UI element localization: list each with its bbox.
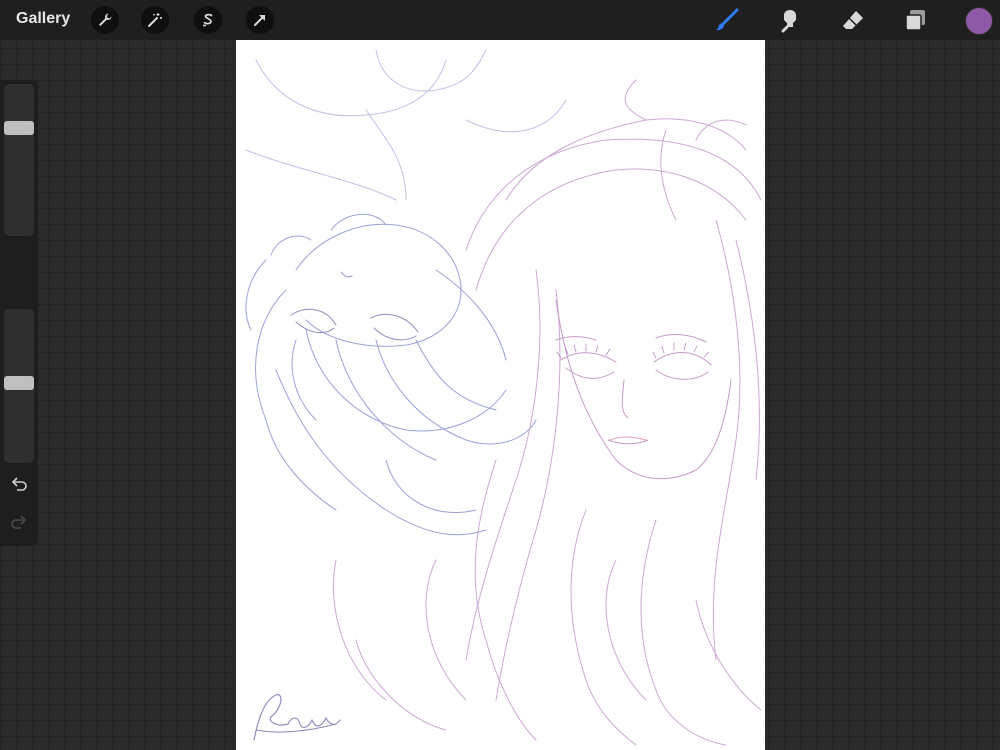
undo-icon	[11, 477, 27, 491]
adjustments-button[interactable]	[141, 6, 169, 34]
eraser-icon	[840, 7, 866, 33]
redo-icon	[11, 515, 27, 529]
transform-button[interactable]	[246, 6, 274, 34]
drawing-canvas[interactable]	[236, 40, 765, 750]
smudge-icon	[777, 7, 803, 33]
color-picker-button[interactable]	[965, 7, 993, 35]
undo-button[interactable]	[9, 476, 29, 494]
eraser-tool-button[interactable]	[839, 6, 867, 34]
actions-button[interactable]	[91, 6, 119, 34]
selection-s-icon	[199, 11, 217, 29]
layers-button[interactable]	[901, 6, 929, 34]
opacity-handle[interactable]	[4, 376, 34, 391]
gallery-button[interactable]: Gallery	[16, 10, 70, 28]
brush-size-slider[interactable]	[4, 84, 34, 236]
magic-wand-icon	[146, 11, 164, 29]
brush-icon	[714, 7, 740, 33]
brush-tool-button[interactable]	[713, 6, 741, 34]
top-toolbar: Gallery	[0, 0, 1000, 40]
sketch-artwork	[245, 49, 762, 746]
transform-arrow-icon	[251, 11, 269, 29]
left-sidebar	[0, 80, 38, 546]
brush-size-handle[interactable]	[4, 121, 34, 136]
redo-button[interactable]	[9, 514, 29, 532]
layers-icon	[902, 7, 928, 33]
selection-button[interactable]	[194, 6, 222, 34]
wrench-icon	[96, 11, 114, 29]
smudge-tool-button[interactable]	[776, 6, 804, 34]
